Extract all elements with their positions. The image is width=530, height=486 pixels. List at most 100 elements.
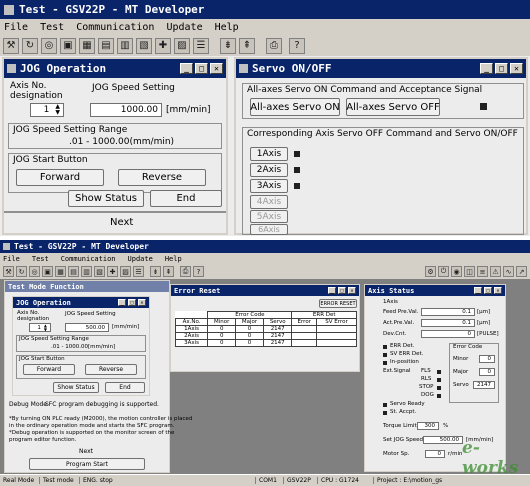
table-row[interactable]: 1Axis 0 0 2147 xyxy=(174,325,357,333)
toolbar-help-icon[interactable]: ? xyxy=(289,37,305,54)
toolbar-table-icon[interactable]: ▥ xyxy=(81,266,92,277)
toolbar-read-icon[interactable]: ⇞ xyxy=(163,266,174,277)
close-icon[interactable]: ✕ xyxy=(348,287,356,294)
reverse-button[interactable]: Reverse xyxy=(118,169,206,186)
axis5-button[interactable]: 5Axis xyxy=(250,210,288,223)
axis3-button[interactable]: 3Axis xyxy=(250,179,288,193)
close-icon[interactable]: ✕ xyxy=(138,299,146,306)
toolbar-refresh-icon[interactable]: ↻ xyxy=(16,266,27,277)
status-com-port: COM1 xyxy=(256,477,284,484)
toolbar-window-icon[interactable]: ▧ xyxy=(136,37,152,54)
toolbar-target-icon[interactable]: ◎ xyxy=(41,37,57,54)
toolbar-servo-icon[interactable]: ⏻ xyxy=(438,266,449,277)
table-row[interactable]: 3Axis 0 0 2147 xyxy=(174,339,357,347)
toolbar-write-icon[interactable]: ⇟ xyxy=(220,37,236,54)
toolbar-read-icon[interactable]: ⇞ xyxy=(239,37,255,54)
toolbar-list-icon[interactable]: ☰ xyxy=(193,37,209,54)
axis-group-label: Corresponding Axis Servo OFF Command and… xyxy=(247,129,518,139)
minimize-icon[interactable]: _ xyxy=(180,63,193,74)
jog-speed-input[interactable]: 500.00 xyxy=(65,323,109,332)
toolbar-monitor-icon[interactable]: ▣ xyxy=(60,37,76,54)
axis1-button[interactable]: 1Axis xyxy=(250,147,288,161)
axis4-button[interactable]: 4Axis xyxy=(250,195,288,209)
toolbar-grid-icon[interactable]: ▦ xyxy=(55,266,66,277)
program-start-button[interactable]: Program Start xyxy=(29,458,145,470)
show-status-button[interactable]: Show Status xyxy=(53,382,99,393)
axis2-button[interactable]: 2Axis xyxy=(250,163,288,177)
end-button[interactable]: End xyxy=(105,382,145,393)
toolbar-table-icon[interactable]: ▥ xyxy=(117,37,133,54)
spinner-arrows-icon[interactable]: ▲ ▼ xyxy=(44,323,47,332)
axis6-button[interactable]: 6Axis xyxy=(250,224,288,235)
maximize-icon[interactable]: □ xyxy=(195,63,208,74)
all-axes-servo-on-button[interactable]: All-axes Servo ON xyxy=(250,98,340,116)
toolbar-exit-icon[interactable]: ↗ xyxy=(516,266,527,277)
toolbar-graph-icon[interactable]: ◫ xyxy=(464,266,475,277)
maximize-icon[interactable]: □ xyxy=(495,63,508,74)
error-reset-button[interactable]: ERROR RESET xyxy=(319,299,357,308)
maximize-icon[interactable]: □ xyxy=(338,287,346,294)
close-icon[interactable]: ✕ xyxy=(210,63,223,74)
minimize-icon[interactable]: _ xyxy=(480,63,493,74)
axis-no-spinner[interactable]: 1 ▲ ▼ xyxy=(30,103,64,117)
axis1-led xyxy=(294,151,300,157)
all-axes-servo-off-button[interactable]: All-axes Servo OFF xyxy=(346,98,440,116)
table-cell xyxy=(316,339,357,347)
toolbar-grid-icon[interactable]: ▦ xyxy=(79,37,95,54)
toolbar-param-icon[interactable]: ≡ xyxy=(477,266,488,277)
menu-file[interactable]: File xyxy=(3,255,20,263)
menu-communication[interactable]: Communication xyxy=(76,22,154,33)
toolbar-write-icon[interactable]: ⇟ xyxy=(150,266,161,277)
toolbar-tool-icon[interactable]: ⚒ xyxy=(3,37,19,54)
toolbar-doc-icon[interactable]: ▨ xyxy=(174,37,190,54)
toolbar-error-icon[interactable]: ⚠ xyxy=(490,266,501,277)
maximize-icon[interactable]: □ xyxy=(484,287,492,294)
toolbar-doc-icon[interactable]: ▨ xyxy=(120,266,131,277)
menu-update[interactable]: Update xyxy=(128,255,153,263)
close-icon[interactable]: ✕ xyxy=(510,63,523,74)
menu-test[interactable]: Test xyxy=(32,255,49,263)
toolbar-monitor-icon[interactable]: ▣ xyxy=(42,266,53,277)
menu-help[interactable]: Help xyxy=(165,255,182,263)
toolbar-window-icon[interactable]: ▧ xyxy=(94,266,105,277)
table-row[interactable]: 2Axis 0 0 2147 xyxy=(174,332,357,340)
end-button[interactable]: End xyxy=(150,190,222,207)
table-header-cell xyxy=(176,312,208,319)
toolbar-refresh-icon[interactable]: ↻ xyxy=(22,37,38,54)
toolbar-chart-icon[interactable]: ▤ xyxy=(98,37,114,54)
toolbar-target-icon[interactable]: ◎ xyxy=(29,266,40,277)
toolbar-tool-icon[interactable]: ⚒ xyxy=(3,266,14,277)
show-status-button[interactable]: Show Status xyxy=(68,190,144,207)
axis-no-spinner[interactable]: 1 ▲ ▼ xyxy=(29,323,51,332)
menu-help[interactable]: Help xyxy=(215,22,239,33)
act-label: Act.Pre.Val. xyxy=(383,320,415,326)
menu-update[interactable]: Update xyxy=(166,22,202,33)
menu-test[interactable]: Test xyxy=(40,22,64,33)
ext-signal-label: Ext.Signal xyxy=(383,368,411,374)
toolbar-list-icon[interactable]: ☰ xyxy=(133,266,144,277)
forward-button[interactable]: Forward xyxy=(23,364,75,375)
spinner-arrows-icon[interactable]: ▲ ▼ xyxy=(55,104,60,116)
forward-button[interactable]: Forward xyxy=(16,169,104,186)
toolbar-axis-icon[interactable]: ⚙ xyxy=(425,266,436,277)
toolbar-chart-icon[interactable]: ▤ xyxy=(68,266,79,277)
reverse-button[interactable]: Reverse xyxy=(85,364,137,375)
menu-file[interactable]: File xyxy=(4,22,28,33)
jog-speed-value: 1000.00 xyxy=(120,105,158,115)
toolbar-help-icon[interactable]: ? xyxy=(193,266,204,277)
toolbar-scope-icon[interactable]: ◉ xyxy=(451,266,462,277)
minimize-icon[interactable]: _ xyxy=(118,299,126,306)
toolbar-print-icon[interactable]: ⎙ xyxy=(266,37,282,54)
jog-speed-input[interactable]: 1000.00 xyxy=(90,103,162,117)
toolbar-print-icon[interactable]: ⎙ xyxy=(180,266,191,277)
servo-window: Servo ON/OFF _ □ ✕ All-axes Servo ON Com… xyxy=(234,57,528,235)
menu-communication[interactable]: Communication xyxy=(61,255,116,263)
minimize-icon[interactable]: _ xyxy=(328,287,336,294)
maximize-icon[interactable]: □ xyxy=(128,299,136,306)
toolbar-cross-icon[interactable]: ✚ xyxy=(107,266,118,277)
toolbar-cross-icon[interactable]: ✚ xyxy=(155,37,171,54)
axis2-led xyxy=(294,167,300,173)
close-icon[interactable]: ✕ xyxy=(494,287,502,294)
minimize-icon[interactable]: _ xyxy=(474,287,482,294)
toolbar-wave-icon[interactable]: ∿ xyxy=(503,266,514,277)
